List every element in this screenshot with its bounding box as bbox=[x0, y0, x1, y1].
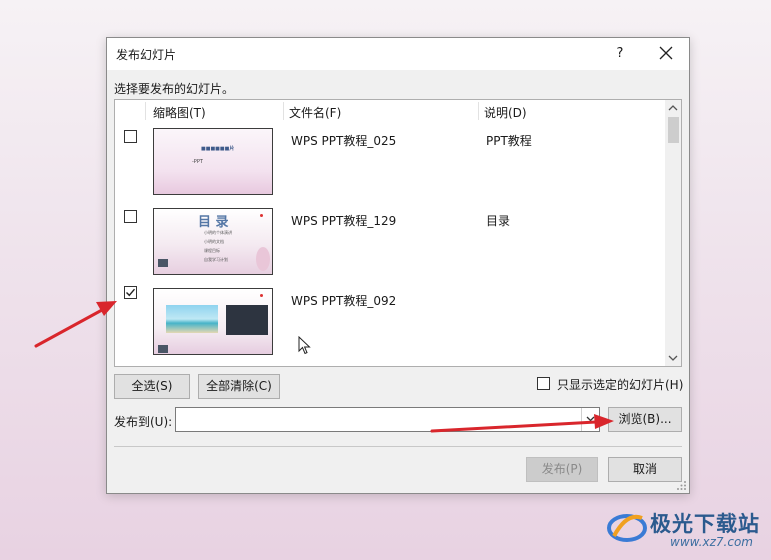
slide-filename: WPS PPT教程_129 bbox=[291, 214, 397, 228]
dialog-title: 发布幻灯片 bbox=[116, 48, 177, 62]
thumb-photo-beach bbox=[166, 305, 218, 333]
publish-to-dropdown[interactable] bbox=[581, 408, 599, 431]
thumb-flower bbox=[256, 247, 270, 271]
publish-to-label: 发布到(U): bbox=[114, 415, 173, 429]
check-icon bbox=[126, 288, 136, 297]
instruction-text: 选择要发布的幻灯片。 bbox=[114, 82, 235, 96]
column-filename[interactable]: 文件名(F) bbox=[289, 104, 341, 121]
slide-description: 目录 bbox=[486, 214, 511, 228]
scroll-thumb[interactable] bbox=[668, 117, 679, 143]
thumb-dot bbox=[260, 294, 263, 297]
watermark: 极光下载站 www.xz7.com bbox=[606, 502, 766, 554]
only-selected-label: 只显示选定的幻灯片(H) bbox=[557, 378, 684, 392]
publish-to-combobox[interactable] bbox=[175, 407, 600, 432]
mouse-cursor-icon bbox=[298, 336, 311, 355]
publish-to-input[interactable] bbox=[176, 408, 576, 431]
only-selected-checkbox[interactable] bbox=[537, 377, 550, 390]
slide-checkbox[interactable] bbox=[124, 130, 137, 143]
slide-row[interactable]: WPS PPT教程_092 bbox=[115, 282, 667, 362]
chevron-down-icon bbox=[586, 416, 595, 422]
select-all-button[interactable]: 全选(S) bbox=[114, 374, 190, 399]
brand-logo-icon bbox=[607, 514, 647, 542]
thumb-item: 自我学习计划 bbox=[204, 257, 228, 262]
watermark-name: 极光下载站 bbox=[650, 512, 760, 536]
watermark-url: www.xz7.com bbox=[670, 535, 753, 549]
thumb-item: 课程目标 bbox=[204, 248, 220, 253]
thumb-logo bbox=[158, 259, 168, 267]
thumb-dot bbox=[260, 214, 263, 217]
slide-list[interactable]: 缩略图(T) 文件名(F) 说明(D) ■■■■■■片 -PPT WPS PPT… bbox=[114, 99, 682, 367]
slide-thumbnail bbox=[153, 288, 273, 355]
help-button[interactable]: ? bbox=[609, 44, 631, 64]
list-scrollbar[interactable] bbox=[665, 100, 681, 366]
publish-button[interactable]: 发布(P) bbox=[526, 457, 598, 482]
slide-thumbnail: 目 录 小明的个体演讲 小明的文档 课程目标 自我学习计划 bbox=[153, 208, 273, 275]
thumb-title: 目 录 bbox=[198, 215, 229, 230]
thumb-photo-chart bbox=[226, 305, 268, 335]
slide-filename: WPS PPT教程_025 bbox=[291, 134, 397, 148]
thumb-subtitle: -PPT bbox=[192, 159, 203, 165]
slide-row[interactable]: 目 录 小明的个体演讲 小明的文档 课程目标 自我学习计划 WPS PPT教程_… bbox=[115, 202, 667, 282]
column-description[interactable]: 说明(D) bbox=[484, 104, 527, 121]
thumb-logo bbox=[158, 345, 168, 353]
slide-row[interactable]: ■■■■■■片 -PPT WPS PPT教程_025 PPT教程 bbox=[115, 122, 667, 202]
column-separator bbox=[478, 102, 479, 120]
resize-grip-icon[interactable] bbox=[677, 481, 687, 491]
list-header: 缩略图(T) 文件名(F) 说明(D) bbox=[115, 100, 667, 122]
slide-checkbox[interactable] bbox=[124, 210, 137, 223]
column-thumbnail[interactable]: 缩略图(T) bbox=[153, 104, 206, 121]
column-separator bbox=[283, 102, 284, 120]
scroll-up-icon[interactable] bbox=[668, 104, 678, 112]
thumb-title: ■■■■■■片 bbox=[201, 146, 235, 152]
slide-checkbox[interactable] bbox=[124, 286, 137, 299]
thumb-item: 小明的个体演讲 bbox=[204, 230, 232, 235]
column-separator bbox=[145, 102, 146, 120]
publish-slides-dialog: 发布幻灯片 ? 选择要发布的幻灯片。 缩略图(T) 文件名(F) 说明(D) ■… bbox=[106, 37, 690, 494]
scroll-down-icon[interactable] bbox=[668, 354, 678, 362]
slide-thumbnail: ■■■■■■片 -PPT bbox=[153, 128, 273, 195]
close-icon bbox=[659, 46, 673, 60]
title-bar: 发布幻灯片 ? bbox=[107, 38, 689, 70]
clear-all-button[interactable]: 全部清除(C) bbox=[198, 374, 280, 399]
thumb-item: 小明的文档 bbox=[204, 239, 224, 244]
slide-filename: WPS PPT教程_092 bbox=[291, 294, 397, 308]
cancel-button[interactable]: 取消 bbox=[608, 457, 682, 482]
slide-description: PPT教程 bbox=[486, 134, 532, 148]
divider bbox=[114, 446, 682, 447]
close-button[interactable] bbox=[655, 44, 677, 64]
browse-button[interactable]: 浏览(B)... bbox=[608, 407, 682, 432]
